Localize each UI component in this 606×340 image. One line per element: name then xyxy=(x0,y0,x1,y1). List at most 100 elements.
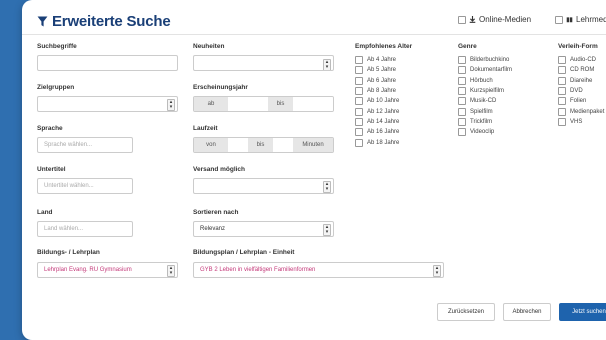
land-input[interactable]: Land wählen... xyxy=(37,221,133,237)
verleih-option[interactable]: Medienpaket xyxy=(558,106,604,116)
sprache-input[interactable]: Sprache wählen... xyxy=(37,137,133,153)
jahr-bis-input[interactable] xyxy=(293,97,333,111)
checkbox-box[interactable] xyxy=(558,76,566,85)
alter-group: Empfohlenes Alter Ab 4 Jahre Ab 5 Jahre … xyxy=(355,43,412,148)
checkbox-box[interactable] xyxy=(355,76,363,85)
chevron-updown-icon: ▴ ▾ xyxy=(167,265,175,277)
verleih-option[interactable]: DVD xyxy=(558,86,604,96)
ab-addon: ab xyxy=(194,97,228,111)
chevron-updown-icon: ▴ ▾ xyxy=(323,59,331,70)
neuheiten-label: Neuheiten xyxy=(193,43,225,50)
search-button[interactable]: Jetzt suchen xyxy=(559,303,606,321)
checkbox-box[interactable] xyxy=(558,56,566,65)
checkbox-box[interactable] xyxy=(355,56,363,65)
option-label: DVD xyxy=(570,88,583,95)
checkbox-box[interactable] xyxy=(458,66,466,75)
alter-option[interactable]: Ab 12 Jahre xyxy=(355,106,412,116)
alter-option[interactable]: Ab 4 Jahre xyxy=(355,55,412,65)
checkbox-box[interactable] xyxy=(355,87,363,96)
reset-button[interactable]: Zurücksetzen xyxy=(437,303,495,321)
option-label: Hörbuch xyxy=(470,77,493,84)
online-medien-checkbox[interactable]: Online-Medien xyxy=(458,15,531,24)
genre-option[interactable]: Hörbuch xyxy=(458,76,512,86)
chevron-updown-icon: ▴ ▾ xyxy=(323,224,331,236)
suchbegriffe-label: Suchbegriffe xyxy=(37,43,77,50)
lehrmedien-checkbox[interactable]: Lehrmedien xyxy=(555,15,606,24)
checkbox-box[interactable] xyxy=(458,117,466,126)
minuten-addon: Minuten xyxy=(293,138,333,152)
alter-option[interactable]: Ab 14 Jahre xyxy=(355,117,412,127)
option-label: VHS xyxy=(570,118,583,125)
checkbox-box[interactable] xyxy=(355,66,363,75)
alter-option[interactable]: Ab 8 Jahre xyxy=(355,86,412,96)
laufzeit-von-input[interactable] xyxy=(228,138,248,152)
option-label: Ab 10 Jahre xyxy=(367,98,400,105)
checkbox-box[interactable] xyxy=(355,128,363,137)
erscheinungsjahr-label: Erscheinungsjahr xyxy=(193,84,248,91)
verleih-option[interactable]: Audio-CD xyxy=(558,55,604,65)
checkbox-box[interactable] xyxy=(558,66,566,75)
einheit-select[interactable]: GYB 2 Leben in vielfältigen Familienform… xyxy=(193,262,444,278)
untertitel-label: Untertitel xyxy=(37,166,66,173)
checkbox-box[interactable] xyxy=(355,107,363,116)
genre-option[interactable]: Bilderbuchkino xyxy=(458,55,512,65)
alter-option[interactable]: Ab 18 Jahre xyxy=(355,137,412,147)
verleih-group: Verleih-Form Audio-CD CD ROM Diareihe DV… xyxy=(558,43,604,127)
genre-option[interactable]: Kurzspielfilm xyxy=(458,86,512,96)
checkbox-box[interactable] xyxy=(355,97,363,106)
checkbox-box[interactable] xyxy=(458,56,466,65)
download-icon xyxy=(469,16,476,23)
online-medien-label: Online-Medien xyxy=(479,15,532,24)
laufzeit-bis-input[interactable] xyxy=(273,138,293,152)
checkbox-box[interactable] xyxy=(355,117,363,126)
cancel-button[interactable]: Abbrechen xyxy=(503,303,551,321)
neuheiten-select[interactable]: ▴ ▾ xyxy=(193,55,334,71)
sortieren-value: Relevanz xyxy=(200,226,226,232)
option-label: Trickfilm xyxy=(470,118,493,125)
checkbox-box[interactable] xyxy=(355,138,363,147)
versand-label: Versand möglich xyxy=(193,166,246,173)
option-label: Diareihe xyxy=(570,77,593,84)
versand-select[interactable]: ▴ ▾ xyxy=(193,178,334,194)
verleih-option[interactable]: Diareihe xyxy=(558,76,604,86)
checkbox-box[interactable] xyxy=(458,97,466,106)
checkbox-box[interactable] xyxy=(458,76,466,85)
checkbox-box[interactable] xyxy=(458,107,466,116)
lehrmedien-label: Lehrmedien xyxy=(576,15,606,24)
jahr-von-input[interactable] xyxy=(228,97,268,111)
alter-option[interactable]: Ab 6 Jahre xyxy=(355,76,412,86)
genre-option[interactable]: Dokumentarfilm xyxy=(458,65,512,75)
checkbox-box[interactable] xyxy=(558,87,566,96)
checkbox-box[interactable] xyxy=(558,107,566,116)
option-label: Ab 12 Jahre xyxy=(367,108,400,115)
option-label: Kurzspielfilm xyxy=(470,88,505,95)
alter-option[interactable]: Ab 10 Jahre xyxy=(355,96,412,106)
verleih-option[interactable]: CD ROM xyxy=(558,65,604,75)
genre-option[interactable]: Musik-CD xyxy=(458,96,512,106)
header-divider xyxy=(22,34,606,35)
sortieren-label: Sortieren nach xyxy=(193,209,239,216)
genre-option[interactable]: Trickfilm xyxy=(458,117,512,127)
bildungsplan-select[interactable]: Lehrplan Evang. RU Gymnasium ▴ ▾ xyxy=(37,262,178,278)
genre-option[interactable]: Videoclip xyxy=(458,127,512,137)
checkbox-box[interactable] xyxy=(458,87,466,96)
alter-option[interactable]: Ab 5 Jahre xyxy=(355,65,412,75)
verleih-option[interactable]: VHS xyxy=(558,117,604,127)
checkbox-box[interactable] xyxy=(458,128,466,137)
alter-option[interactable]: Ab 16 Jahre xyxy=(355,127,412,137)
checkbox-box[interactable] xyxy=(558,97,566,106)
checkbox-box[interactable] xyxy=(555,15,563,24)
filter-icon xyxy=(37,16,48,27)
untertitel-input[interactable]: Untertitel wählen... xyxy=(37,178,133,194)
checkbox-box[interactable] xyxy=(558,117,566,126)
option-label: Musik-CD xyxy=(470,98,497,105)
genre-title: Genre xyxy=(458,43,477,50)
verleih-option[interactable]: Folien xyxy=(558,96,604,106)
option-label: Ab 5 Jahre xyxy=(367,67,397,74)
sortieren-select[interactable]: Relevanz ▴ ▾ xyxy=(193,221,334,237)
option-label: Dokumentarfilm xyxy=(470,67,513,74)
suchbegriffe-input[interactable] xyxy=(37,55,178,71)
zielgruppen-select[interactable]: ▴ ▾ xyxy=(37,96,178,112)
genre-option[interactable]: Spielfilm xyxy=(458,106,512,116)
checkbox-box[interactable] xyxy=(458,15,466,24)
